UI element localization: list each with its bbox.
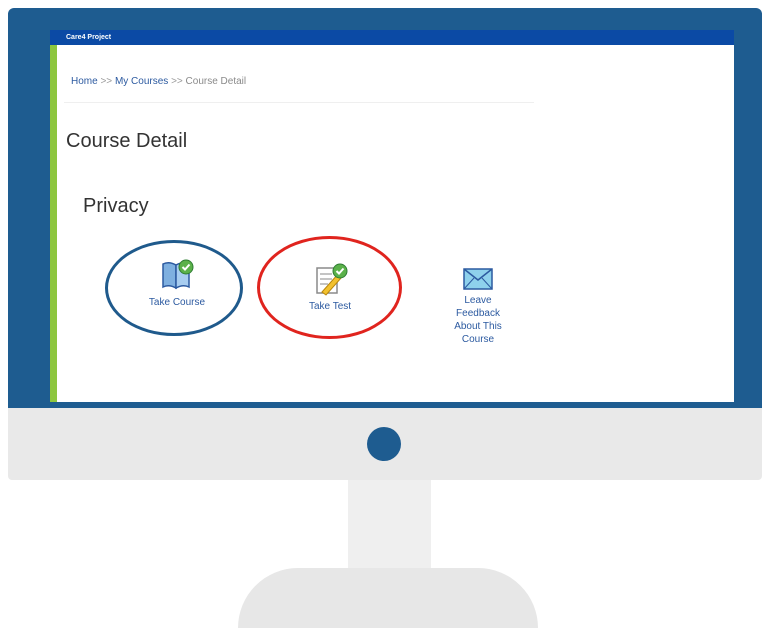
take-test-label: Take Test [308,301,352,312]
accent-bar [50,45,57,402]
take-course-button[interactable]: Take Course [135,258,219,309]
monitor-frame: Care4 Project Home >> My Courses >> Cour… [8,8,762,410]
breadcrumb: Home >> My Courses >> Course Detail [71,76,246,87]
leave-feedback-button[interactable]: Leave Feedback About This Course [446,268,510,346]
book-check-icon [162,259,194,290]
take-test-button[interactable]: Take Test [288,262,372,313]
feedback-label-line: Feedback [456,308,500,319]
screen: Care4 Project Home >> My Courses >> Cour… [50,30,734,402]
feedback-label-line: About This [454,321,502,332]
breadcrumb-my-courses-link[interactable]: My Courses [115,76,168,87]
breadcrumb-separator: >> [100,76,113,87]
feedback-label-line: Leave [464,295,492,306]
envelope-icon [463,268,493,290]
power-button [367,427,401,461]
page-title: Course Detail [66,130,188,152]
monitor-stand-base [238,568,538,628]
app-title-bar: Care4 Project [50,30,734,45]
feedback-label-line: Course [461,334,495,345]
breadcrumb-separator: >> [171,76,183,87]
breadcrumb-current: Course Detail [185,76,247,87]
app-title: Care4 Project [66,34,112,41]
breadcrumb-divider [64,102,534,103]
take-course-label: Take Course [148,297,206,308]
course-name: Privacy [83,195,149,217]
monitor-stand-neck [348,480,431,572]
test-pencil-icon [316,263,348,296]
breadcrumb-home-link[interactable]: Home [71,76,98,87]
